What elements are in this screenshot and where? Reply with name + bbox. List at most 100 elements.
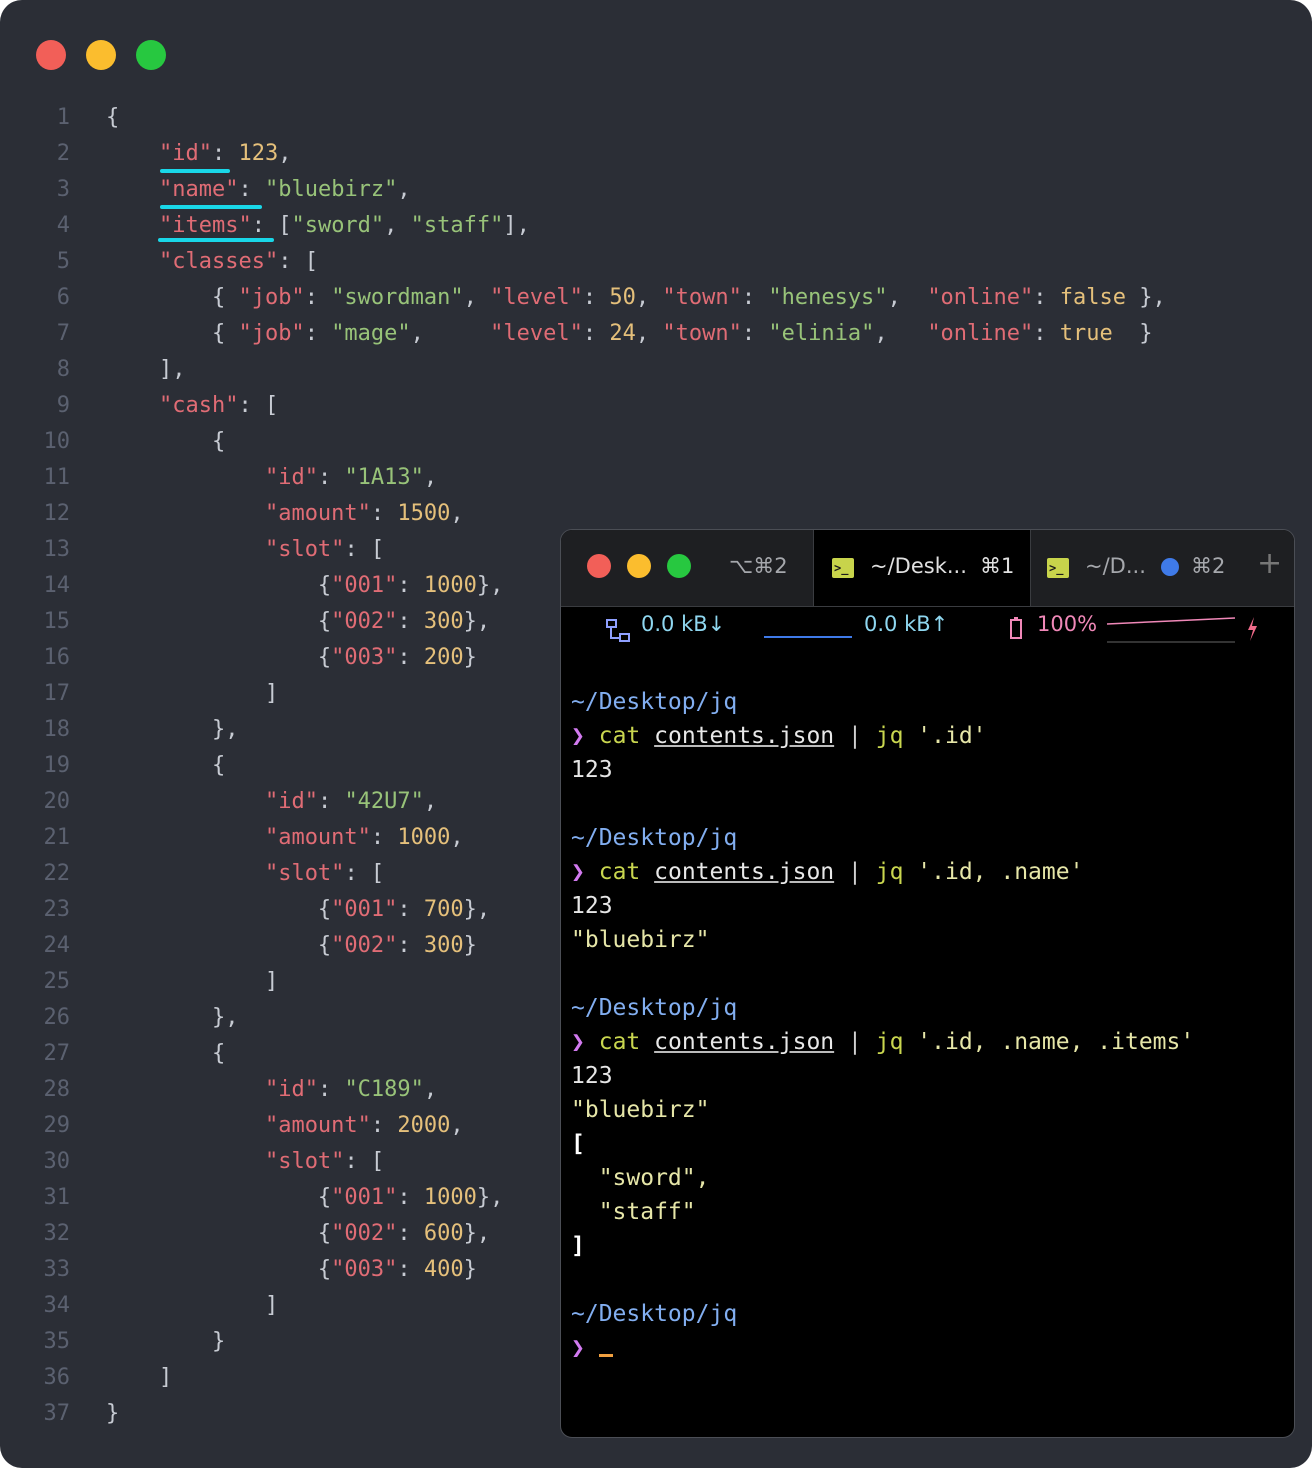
tab-1-shortcut: ⌥⌘2 <box>729 554 788 578</box>
network-icon <box>606 619 630 642</box>
highlight-id <box>160 169 230 173</box>
code-text: { "job": "swordman", "level": 50, "town"… <box>106 285 1166 310</box>
status-bar: 0.0 kB↓ 0.0 kB↑ 100% <box>561 608 1294 648</box>
line-number: 8 <box>56 357 70 382</box>
line-number: 32 <box>43 1221 71 1246</box>
code-text: { <box>106 105 120 130</box>
code-text: "cash": [ <box>158 393 279 418</box>
line-number: 34 <box>43 1293 71 1318</box>
code-text: "name": "bluebirz", <box>158 177 411 202</box>
terminal-tab-bar: ⌥⌘2 >_ ~/Desk... ⌘1 >_ ~/D... ⌘2 + <box>561 530 1294 607</box>
line-number: 9 <box>56 393 70 418</box>
output-line: ] <box>571 1233 585 1259</box>
tab-1[interactable]: ⌥⌘2 <box>711 530 811 606</box>
line-number: 37 <box>43 1401 71 1426</box>
code-text: }, <box>106 717 239 742</box>
code-text: } <box>106 1329 226 1354</box>
tab-2-active[interactable]: >_ ~/Desk... ⌘1 <box>813 530 1031 606</box>
line-number: 5 <box>56 249 70 274</box>
output-line: 123 <box>571 1063 613 1089</box>
line-number: 1 <box>56 105 70 130</box>
code-text: "slot": [ <box>264 1149 385 1174</box>
line-number: 11 <box>43 465 71 490</box>
terminal-icon: >_ <box>832 558 854 578</box>
output-line: "bluebirz" <box>571 1097 710 1123</box>
plus-icon: + <box>1257 546 1283 581</box>
line-number: 36 <box>43 1365 71 1390</box>
code-text: {"001": 700}, <box>106 897 491 922</box>
highlight-name <box>160 205 262 209</box>
output-line: [ <box>571 1131 585 1157</box>
terminal-icon: >_ <box>1047 558 1069 578</box>
code-text: {"003": 400} <box>106 1257 477 1282</box>
line-number: 20 <box>43 789 71 814</box>
line-number: 31 <box>43 1185 71 1210</box>
code-text: { "job": "mage", "level": 24, "town": "e… <box>106 321 1153 346</box>
line-number: 6 <box>56 285 70 310</box>
code-text: {"001": 1000}, <box>106 573 504 598</box>
charging-icon <box>1248 617 1257 641</box>
new-tab-button[interactable]: + <box>1253 530 1293 606</box>
line-number: 2 <box>56 141 70 166</box>
code-text: "id": "42U7", <box>264 789 438 814</box>
code-text: {"002": 300} <box>106 933 477 958</box>
highlight-items <box>158 238 274 242</box>
code-text: { <box>106 1041 226 1066</box>
tab-2-label: ~/Desk... <box>870 554 967 578</box>
code-text: ] <box>106 681 279 706</box>
line-number: 21 <box>43 825 71 850</box>
code-text: ] <box>106 1293 279 1318</box>
line-number: 15 <box>43 609 71 634</box>
output-line: "sword", <box>571 1165 710 1191</box>
input-line[interactable]: ❯ <box>571 1331 613 1365</box>
code-text: } <box>106 1401 120 1426</box>
command-line-2: ❯ cat contents.json | jq '.id, .name' <box>571 859 1084 885</box>
line-number: 26 <box>43 1005 71 1030</box>
line-number: 22 <box>43 861 71 886</box>
line-number: 30 <box>43 1149 71 1174</box>
code-text: }, <box>106 1005 239 1030</box>
upload-rate: 0.0 kB↑ <box>864 612 949 636</box>
network-graph <box>764 636 852 638</box>
line-number: 17 <box>43 681 71 706</box>
tab-3[interactable]: >_ ~/D... ⌘2 <box>1031 530 1241 606</box>
terminal-close-button[interactable] <box>587 554 611 578</box>
line-number: 16 <box>43 645 71 670</box>
code-text: ], <box>106 357 186 382</box>
output-line: "staff" <box>571 1199 696 1225</box>
tab-3-label: ~/D... <box>1085 554 1146 578</box>
minimize-window-button[interactable] <box>86 40 116 70</box>
line-number: 4 <box>56 213 70 238</box>
line-number: 25 <box>43 969 71 994</box>
tab-2-shortcut: ⌘1 <box>980 554 1015 578</box>
code-text: {"001": 1000}, <box>106 1185 504 1210</box>
code-text: "slot": [ <box>264 537 385 562</box>
zoom-window-button[interactable] <box>136 40 166 70</box>
prompt-path: ~/Desktop/jq <box>571 689 738 715</box>
prompt-path: ~/Desktop/jq <box>571 825 738 851</box>
line-number: 28 <box>43 1077 71 1102</box>
line-number: 27 <box>43 1041 71 1066</box>
battery-icon <box>1010 617 1022 639</box>
command-line-3: ❯ cat contents.json | jq '.id, .name, .i… <box>571 1029 1195 1055</box>
code-text: { <box>106 429 226 454</box>
code-text: "id": "1A13", <box>264 465 438 490</box>
download-rate: 0.0 kB↓ <box>641 612 726 636</box>
close-window-button[interactable] <box>36 40 66 70</box>
prompt-path: ~/Desktop/jq <box>571 995 738 1021</box>
line-number: 3 <box>56 177 70 202</box>
code-text: "slot": [ <box>264 861 385 886</box>
cursor <box>598 1354 613 1357</box>
line-number: 24 <box>43 933 71 958</box>
terminal-zoom-button[interactable] <box>667 554 691 578</box>
code-text: {"003": 200} <box>106 645 477 670</box>
battery-graph <box>1106 617 1236 643</box>
code-text: "amount": 1500, <box>264 501 464 526</box>
terminal-window: ⌥⌘2 >_ ~/Desk... ⌘1 >_ ~/D... ⌘2 + 0.0 k… <box>560 529 1295 1438</box>
code-text: "id": 123, <box>158 141 292 166</box>
terminal-minimize-button[interactable] <box>627 554 651 578</box>
line-number: 12 <box>43 501 71 526</box>
command-line-1: ❯ cat contents.json | jq '.id' <box>571 723 987 749</box>
line-number: 13 <box>43 537 71 562</box>
output-line: "bluebirz" <box>571 927 710 953</box>
